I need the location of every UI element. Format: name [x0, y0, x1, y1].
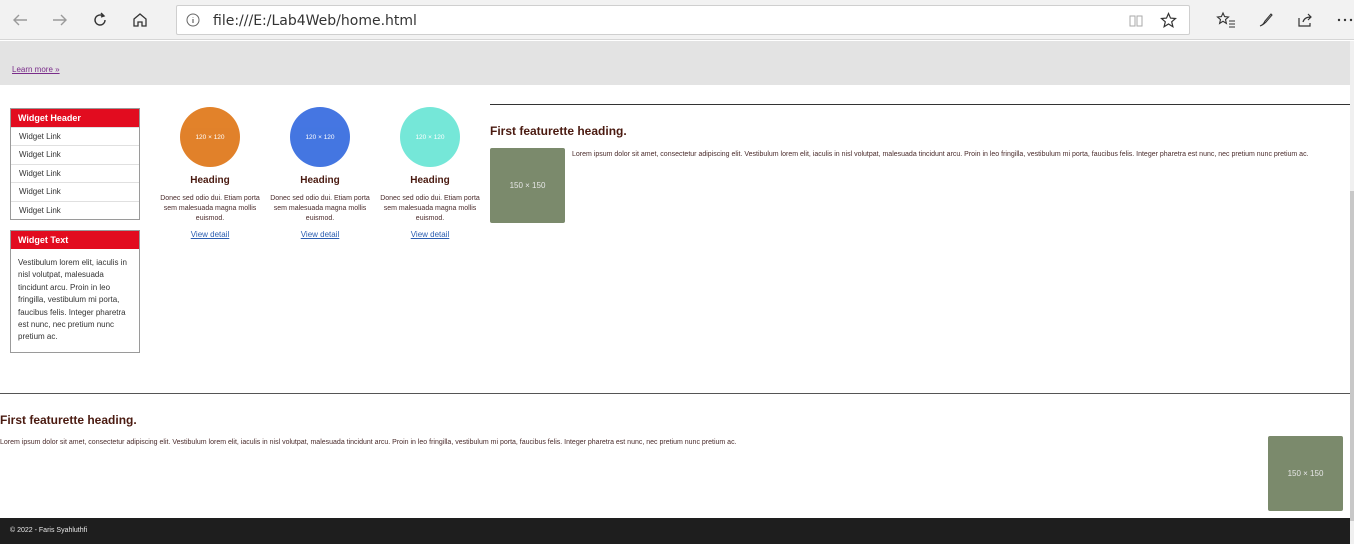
url-text[interactable]: file:///E:/Lab4Web/home.html — [213, 13, 417, 29]
footer: © 2022 - Faris Syahluthfi — [0, 518, 1354, 544]
footer-copyright: © 2022 - Faris Syahluthfi — [10, 527, 88, 534]
featurette-heading: First featurette heading. — [0, 413, 137, 427]
favorite-star-icon[interactable] — [1160, 12, 1177, 29]
scrollbar-thumb[interactable] — [1350, 191, 1354, 521]
widget-link[interactable]: Widget Link — [11, 163, 139, 182]
card-2: 120 × 120 Heading Donec sed odio dui. Et… — [270, 107, 370, 239]
card-text: Donec sed odio dui. Etiam porta sem male… — [380, 195, 480, 222]
divider — [0, 393, 1350, 394]
view-detail-link[interactable]: View detail — [160, 230, 260, 239]
card-text: Donec sed odio dui. Etiam porta sem male… — [270, 195, 370, 222]
card-image-placeholder: 120 × 120 — [180, 107, 240, 167]
more-menu-icon[interactable] — [1331, 6, 1354, 34]
widget-text-body: Vestibulum lorem elit, iaculis in nisl v… — [18, 258, 127, 342]
refresh-icon[interactable] — [86, 6, 114, 34]
widget-link[interactable]: Widget Link — [11, 200, 139, 219]
view-detail-link[interactable]: View detail — [270, 230, 370, 239]
widget-header: Widget Header — [11, 109, 139, 127]
card-image-placeholder: 120 × 120 — [400, 107, 460, 167]
featurette-text: Lorem ipsum dolor sit amet, consectetur … — [572, 151, 1309, 158]
back-arrow-icon[interactable] — [6, 6, 34, 34]
card-heading: Heading — [190, 175, 230, 186]
browser-toolbar: file:///E:/Lab4Web/home.html — [0, 0, 1354, 40]
pen-notes-icon[interactable] — [1252, 6, 1280, 34]
card-1: 120 × 120 Heading Donec sed odio dui. Et… — [160, 107, 260, 239]
favorites-list-icon[interactable] — [1212, 6, 1240, 34]
home-icon[interactable] — [126, 6, 154, 34]
reading-view-icon[interactable] — [1128, 13, 1144, 29]
view-detail-link[interactable]: View detail — [380, 230, 480, 239]
page-scrollbar[interactable] — [1350, 41, 1354, 544]
featurette-text: Lorem ipsum dolor sit amet, consectetur … — [0, 439, 737, 446]
info-icon[interactable] — [186, 13, 200, 27]
card-heading: Heading — [300, 175, 340, 186]
widget-links: Widget Header Widget Link Widget Link Wi… — [10, 108, 140, 220]
jumbotron: Learn more » — [0, 41, 1354, 85]
featurette-heading: First featurette heading. — [490, 124, 627, 138]
widget-link[interactable]: Widget Link — [11, 145, 139, 163]
address-bar[interactable]: file:///E:/Lab4Web/home.html — [176, 5, 1190, 35]
featurette-image: 150 × 150 — [1268, 436, 1343, 511]
forward-arrow-icon[interactable] — [46, 6, 74, 34]
page-content: Learn more » Widget Header Widget Link W… — [0, 41, 1354, 544]
widget-link[interactable]: Widget Link — [11, 127, 139, 145]
widget-link[interactable]: Widget Link — [11, 182, 139, 200]
card-3: 120 × 120 Heading Donec sed odio dui. Et… — [380, 107, 480, 239]
card-image-placeholder: 120 × 120 — [290, 107, 350, 167]
learn-more-link[interactable]: Learn more » — [12, 65, 60, 74]
featurette-image: 150 × 150 — [490, 148, 565, 223]
widget-text-header: Widget Text — [11, 231, 139, 249]
card-heading: Heading — [410, 175, 450, 186]
widget-text: Widget Text Vestibulum lorem elit, iacul… — [10, 230, 140, 353]
share-icon[interactable] — [1291, 6, 1319, 34]
card-text: Donec sed odio dui. Etiam porta sem male… — [160, 195, 260, 222]
divider — [490, 104, 1350, 105]
